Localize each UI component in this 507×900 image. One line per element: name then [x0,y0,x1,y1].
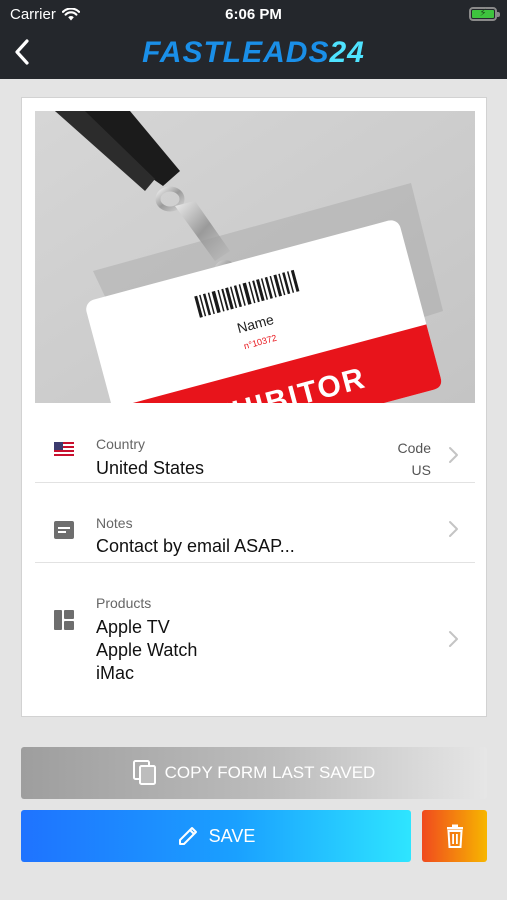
country-code-value: US [411,462,431,478]
delete-button[interactable] [422,810,487,862]
copy-form-label: COPY FORM LAST SAVED [164,763,376,782]
products-list: Apple TV Apple Watch iMac [96,616,197,685]
pencil-icon [178,827,197,845]
status-bar: Carrier 6:06 PM ⚡ [0,0,507,28]
notes-icon [53,519,75,541]
products-row[interactable]: Products Apple TV Apple Watch iMac [35,563,475,703]
lead-card: Name n°10372 EXHIBITOR Country United St… [21,97,487,717]
copy-form-button[interactable]: COPY FORM LAST SAVED [21,747,487,799]
products-label: Products [96,595,152,611]
notes-label: Notes [96,515,133,531]
app-logo: FASTLEADS24 [0,36,507,70]
notes-value: Contact by email ASAP... [96,536,295,556]
top-bar: Carrier 6:06 PM ⚡ FASTLEADS24 [0,0,507,79]
country-code: Code US [398,437,431,481]
copy-icon [132,760,156,785]
notes-row[interactable]: Notes Contact by email ASAP... [35,483,475,563]
country-code-label: Code [397,440,431,456]
product-item: Apple Watch [96,640,198,660]
badge-photo[interactable]: Name n°10372 EXHIBITOR [35,111,475,403]
chevron-right-icon [449,631,458,647]
us-flag-icon [53,438,75,460]
country-label: Country [96,436,146,452]
badge-illustration: Name n°10372 EXHIBITOR [35,111,475,403]
save-button[interactable]: SAVE [21,810,411,862]
status-time: 6:06 PM [225,6,282,23]
chevron-right-icon [449,521,458,537]
trash-icon [446,824,463,848]
save-label: SAVE [208,825,256,846]
logo-number: 24 [329,36,365,69]
country-row[interactable]: Country United States Code US [35,403,475,483]
product-item: iMac [96,663,135,683]
chevron-right-icon [449,447,458,463]
dashboard-icon [53,609,75,631]
country-value: United States [96,458,205,478]
logo-text: FASTLEADS [142,36,330,69]
battery-icon: ⚡ [469,7,500,21]
product-item: Apple TV [96,617,170,637]
